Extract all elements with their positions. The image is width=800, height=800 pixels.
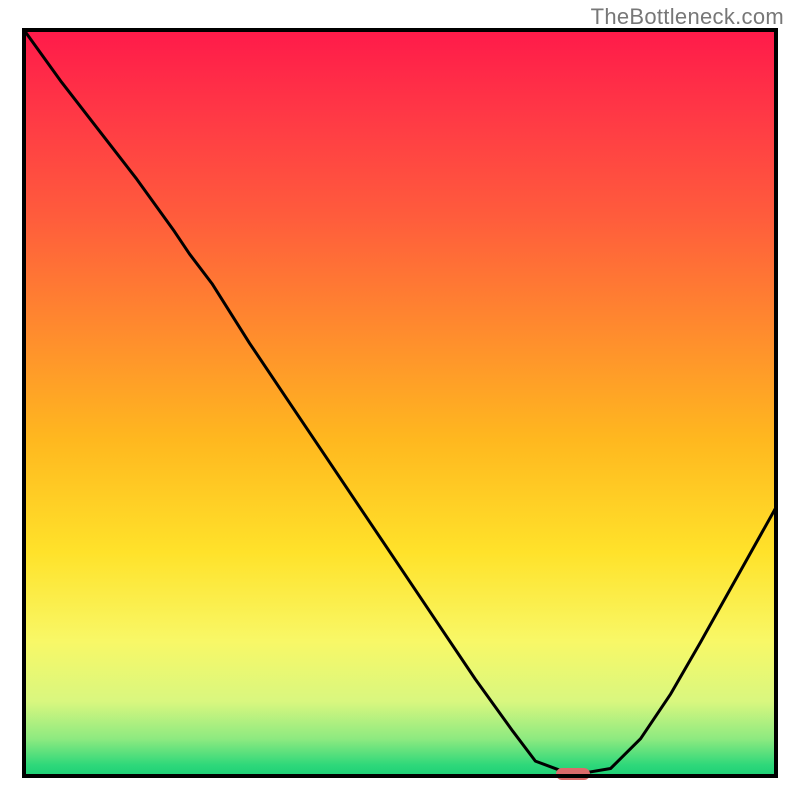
- bottleneck-chart: [0, 0, 800, 800]
- chart-container: TheBottleneck.com: [0, 0, 800, 800]
- plot-background: [24, 30, 776, 776]
